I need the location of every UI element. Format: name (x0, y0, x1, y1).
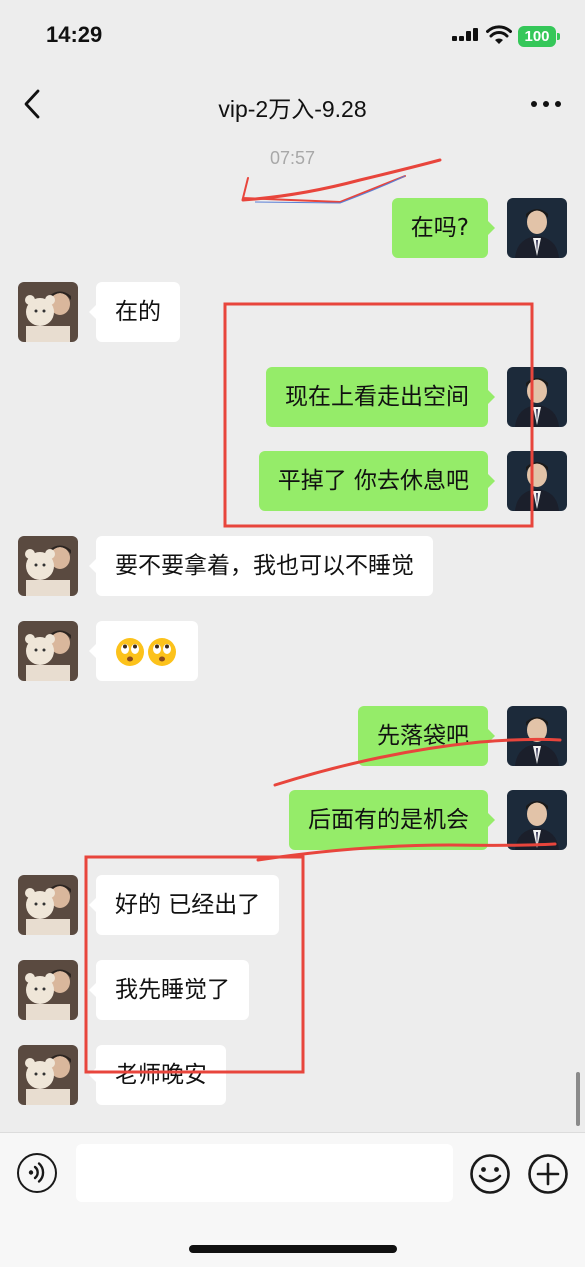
message-bubble-outgoing[interactable]: 后面有的是机会 (289, 790, 495, 850)
ellipsis-icon[interactable] (528, 90, 564, 118)
voice-icon[interactable] (17, 1153, 57, 1193)
message-bubble-outgoing[interactable]: 现在上看走出空间 (266, 367, 495, 427)
teacher-avatar[interactable] (507, 790, 567, 850)
contact-avatar[interactable] (18, 960, 78, 1020)
message-bubble-incoming[interactable]: 我先睡觉了 (89, 960, 249, 1020)
message-bubble-incoming[interactable] (89, 621, 198, 681)
contact-avatar[interactable] (18, 621, 78, 681)
input-bar (0, 1132, 585, 1267)
teacher-avatar[interactable] (507, 706, 567, 766)
home-indicator[interactable] (189, 1245, 397, 1253)
nav-bar: vip-2万入-9.28 (0, 70, 585, 138)
contact-avatar[interactable] (18, 875, 78, 935)
chat-title: vip-2万入-9.28 (218, 96, 367, 122)
signal-icon (452, 28, 480, 46)
teacher-avatar[interactable] (507, 451, 567, 511)
teacher-avatar[interactable] (507, 367, 567, 427)
message-bubble-incoming[interactable]: 好的 已经出了 (88, 875, 280, 935)
contact-avatar[interactable] (18, 1045, 78, 1105)
plus-icon[interactable] (527, 1153, 569, 1195)
rolling-eyes-emoji-icon (116, 637, 144, 666)
contact-avatar[interactable] (18, 282, 78, 342)
status-bar: 14:29 100 (0, 0, 585, 70)
scrollbar[interactable] (576, 1072, 580, 1126)
message-bubble-outgoing[interactable]: 平掉了 你去休息吧 (258, 451, 496, 511)
smiley-icon[interactable] (469, 1153, 511, 1195)
message-input[interactable] (76, 1144, 453, 1202)
status-time: 14:29 (46, 22, 103, 47)
timestamp: 07:57 (269, 148, 316, 168)
rolling-eyes-emoji-icon (148, 637, 176, 666)
battery-indicator: 100 (518, 26, 560, 47)
message-bubble-outgoing[interactable]: 在吗? (391, 198, 496, 258)
message-bubble-incoming[interactable]: 要不要拿着，我也可以不睡觉 (89, 536, 433, 596)
teacher-avatar[interactable] (507, 198, 567, 258)
wifi-icon (486, 25, 512, 44)
chat-area[interactable]: 07:57 在吗? 在的 现在上看走出空间 平掉了 你去休息吧 要不要拿着，我也… (0, 138, 585, 1132)
message-bubble-incoming[interactable]: 老师晚安 (89, 1045, 226, 1105)
contact-avatar[interactable] (18, 536, 78, 596)
message-bubble-incoming[interactable]: 在的 (89, 282, 180, 342)
message-bubble-outgoing[interactable]: 先落袋吧 (358, 706, 495, 766)
